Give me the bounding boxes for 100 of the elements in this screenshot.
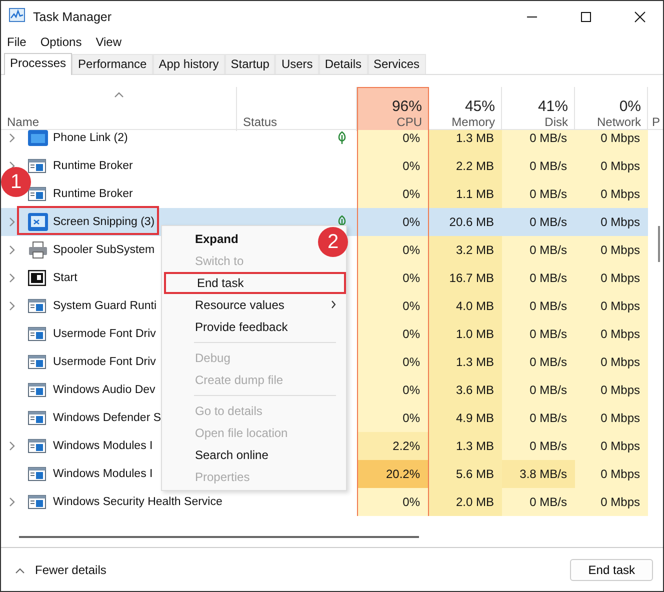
usage-cell: 0 Mbps <box>575 130 648 152</box>
step-number-badge: 1 <box>1 167 31 197</box>
context-menu-item[interactable]: Resource values <box>162 294 346 316</box>
phone-link-icon <box>28 130 48 146</box>
context-menu-item[interactable]: End task <box>164 272 346 294</box>
context-menu-item[interactable]: Search online <box>162 444 278 466</box>
process-name[interactable]: System Guard Runti <box>53 300 157 312</box>
close-icon[interactable] <box>634 10 646 22</box>
context-menu-item[interactable]: Provide feedback <box>162 316 298 338</box>
usage-cell: 0 MB/s <box>502 180 575 208</box>
process-name[interactable]: Spooler SubSystem <box>53 244 155 256</box>
fewer-details-link[interactable]: Fewer details <box>35 562 106 576</box>
usage-cell: 0 MB/s <box>502 264 575 292</box>
usage-cell: 20.6 MB <box>429 208 502 236</box>
tab[interactable]: Services <box>368 54 426 74</box>
usage-cell: 2.2 MB <box>429 152 502 180</box>
usage-cell: 0% <box>357 130 429 152</box>
app-window-icon <box>28 382 46 398</box>
app-window-icon <box>28 326 46 342</box>
app-window-icon <box>28 438 46 454</box>
usage-cell: 3.6 MB <box>429 376 502 404</box>
usage-cell: 0% <box>357 236 429 264</box>
process-name[interactable]: Windows Modules I <box>53 468 153 480</box>
app-window-icon <box>28 410 46 426</box>
expand-chevron-icon[interactable] <box>9 273 15 283</box>
process-name[interactable]: Start <box>53 272 78 284</box>
usage-cell: 0 Mbps <box>575 488 648 516</box>
maximize-icon[interactable] <box>580 10 592 22</box>
column-header[interactable]: 96% CPU <box>357 87 429 131</box>
usage-cell: 5.6 MB <box>429 460 502 488</box>
app-window-icon <box>28 298 46 314</box>
window-title: Task Manager <box>33 10 112 24</box>
process-name[interactable]: Phone Link (2) <box>53 132 128 144</box>
usage-cell: 0 Mbps <box>575 320 648 348</box>
usage-cell: 0% <box>357 348 429 376</box>
usage-cell: 0 Mbps <box>575 432 648 460</box>
app-window-icon <box>28 354 46 370</box>
expand-chevron-icon[interactable] <box>9 245 15 255</box>
usage-cell: 1.0 MB <box>429 320 502 348</box>
app-window-icon <box>28 186 46 202</box>
usage-cell: 2.2% <box>357 432 429 460</box>
usage-cell: 0 MB/s <box>502 152 575 180</box>
expand-chevron-icon[interactable] <box>9 301 15 311</box>
usage-cell: 0 MB/s <box>502 432 575 460</box>
process-name[interactable]: Runtime Broker <box>53 160 133 172</box>
app-window-icon <box>28 494 46 510</box>
usage-cell: 4.0 MB <box>429 292 502 320</box>
usage-cell: 0 Mbps <box>575 348 648 376</box>
usage-cell: 0% <box>357 488 429 516</box>
usage-cell: 1.3 MB <box>429 432 502 460</box>
process-name[interactable]: Screen Snipping (3) <box>53 216 155 228</box>
usage-cell: 0% <box>357 376 429 404</box>
usage-cell: 0 MB/s <box>502 320 575 348</box>
menu-item[interactable]: Options <box>40 35 82 49</box>
usage-cell: 4.9 MB <box>429 404 502 432</box>
expand-chevron-icon[interactable] <box>9 497 15 507</box>
tab[interactable]: Performance <box>72 54 153 74</box>
expand-chevron-icon[interactable] <box>9 217 15 227</box>
usage-cell: 1.3 MB <box>429 348 502 376</box>
scrollbar-thumb[interactable] <box>658 226 660 262</box>
process-name[interactable]: Windows Modules I <box>53 440 153 452</box>
process-name[interactable]: Windows Audio Dev <box>53 384 156 396</box>
menu-item[interactable]: File <box>7 35 26 49</box>
usage-cell: 0 Mbps <box>575 180 648 208</box>
process-name[interactable]: Windows Defender S <box>53 412 162 424</box>
collapse-caret-icon[interactable] <box>15 568 25 574</box>
expand-chevron-icon[interactable] <box>9 441 15 451</box>
usage-cell: 0 Mbps <box>575 376 648 404</box>
app-window-icon <box>28 466 46 482</box>
process-name[interactable]: Usermode Font Driv <box>53 356 156 368</box>
usage-cell: 0 MB/s <box>502 376 575 404</box>
process-name[interactable]: Runtime Broker <box>53 188 133 200</box>
usage-cell: 3.2 MB <box>429 236 502 264</box>
usage-cell: 0 MB/s <box>502 292 575 320</box>
usage-cell: 16.7 MB <box>429 264 502 292</box>
usage-cell: 0 MB/s <box>502 236 575 264</box>
usage-cell: 0 Mbps <box>575 460 648 488</box>
sort-caret-icon[interactable] <box>114 92 124 98</box>
app-window-icon <box>28 158 46 174</box>
tab[interactable]: Details <box>318 54 368 74</box>
usage-cell: 3.8 MB/s <box>502 460 575 488</box>
column-header[interactable]: P <box>648 87 663 131</box>
start-window-icon <box>28 270 46 286</box>
tab[interactable]: Startup <box>224 54 276 74</box>
usage-cell: 0 Mbps <box>575 292 648 320</box>
end-task-button[interactable]: End task <box>570 558 653 580</box>
tab[interactable]: Processes <box>4 53 72 75</box>
usage-cell: 20.2% <box>357 460 429 488</box>
usage-cell: 0 MB/s <box>502 130 575 152</box>
menu-item[interactable]: View <box>96 35 122 49</box>
usage-cell: 0 Mbps <box>575 264 648 292</box>
usage-cell: 0 Mbps <box>575 236 648 264</box>
tab[interactable]: Users <box>275 54 319 74</box>
process-name[interactable]: Windows Security Health Service <box>53 496 222 508</box>
tab[interactable]: App history <box>152 54 225 74</box>
process-name[interactable]: Usermode Font Driv <box>53 328 156 340</box>
expand-chevron-icon[interactable] <box>9 133 15 143</box>
usage-cell: 0 MB/s <box>502 208 575 236</box>
usage-cell: 0 MB/s <box>502 488 575 516</box>
usage-cell: 0% <box>357 152 429 180</box>
